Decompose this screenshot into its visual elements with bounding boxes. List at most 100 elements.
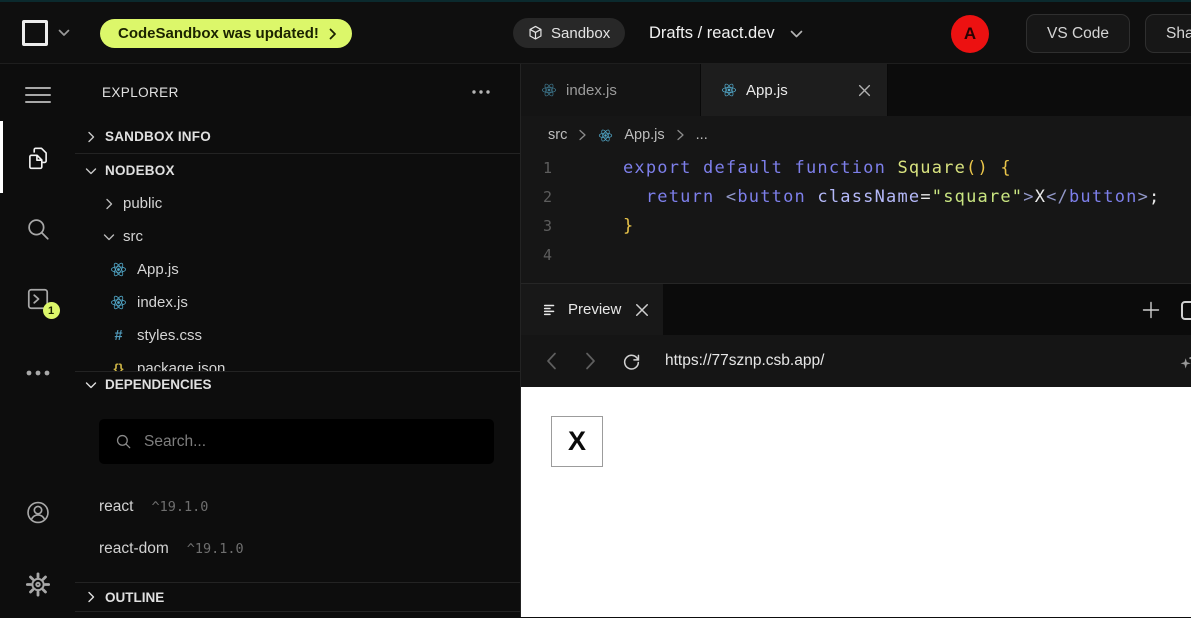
section-label: NODEBOX bbox=[105, 163, 175, 178]
tab-label: App.js bbox=[746, 82, 788, 99]
code-token: > bbox=[1138, 187, 1149, 207]
codesandbox-logo[interactable] bbox=[22, 20, 48, 46]
breadcrumb-folder[interactable]: src bbox=[548, 127, 567, 143]
tree-item-public[interactable]: public bbox=[75, 187, 520, 220]
editor-panel: index.js App.js src bbox=[521, 64, 1191, 617]
dependency-search-input[interactable] bbox=[144, 433, 478, 451]
tree-item-package-json[interactable]: {} package.json bbox=[75, 352, 520, 371]
explorer-more-icon[interactable] bbox=[472, 90, 490, 94]
editor-breadcrumb[interactable]: src App.js ... bbox=[521, 116, 1191, 154]
code-editor[interactable]: 1 export default function Square() { 2 r… bbox=[521, 154, 1191, 283]
main-area: 1 EXPLORER S bbox=[0, 64, 1191, 617]
list-icon bbox=[542, 302, 558, 318]
code-line: 1 export default function Square() { bbox=[521, 154, 1191, 183]
avatar[interactable]: A bbox=[951, 15, 989, 53]
layout-icon[interactable] bbox=[1181, 301, 1191, 320]
cube-icon bbox=[528, 25, 543, 41]
tree-item-label: package.json bbox=[137, 360, 225, 371]
update-banner-button[interactable]: CodeSandbox was updated! bbox=[100, 19, 352, 48]
line-number: 4 bbox=[521, 241, 552, 270]
tree-item-index-js[interactable]: index.js bbox=[75, 286, 520, 319]
forward-icon[interactable] bbox=[585, 352, 596, 370]
code-line-content: export default function Square() { bbox=[623, 154, 1012, 183]
sandbox-badge-label: Sandbox bbox=[551, 25, 610, 42]
vs-code-button[interactable]: VS Code bbox=[1026, 14, 1130, 53]
sidebar-section-sandbox-info[interactable]: SANDBOX INFO bbox=[75, 120, 520, 153]
files-icon[interactable] bbox=[25, 144, 51, 170]
tree-item-label: index.js bbox=[137, 294, 188, 311]
chevron-right-icon bbox=[102, 197, 116, 211]
dependency-row-react[interactable]: react ^19.1.0 bbox=[75, 486, 520, 528]
sidebar-section-nodebox[interactable]: NODEBOX bbox=[75, 154, 520, 187]
react-icon bbox=[110, 294, 127, 311]
tree-item-app-js[interactable]: App.js bbox=[75, 253, 520, 286]
code-token bbox=[623, 187, 646, 207]
more-icon[interactable] bbox=[25, 360, 51, 386]
preview-square-button[interactable]: X bbox=[551, 416, 603, 467]
tree-item-label: App.js bbox=[137, 261, 179, 278]
code-token: = bbox=[920, 187, 931, 207]
add-devtool-plus-icon[interactable] bbox=[1141, 300, 1161, 320]
back-icon[interactable] bbox=[546, 352, 557, 370]
chevron-right-icon bbox=[676, 129, 685, 141]
vs-code-button-label: VS Code bbox=[1047, 25, 1109, 43]
sidebar-section-outline[interactable]: OUTLINE bbox=[75, 582, 520, 612]
code-token: X bbox=[1035, 187, 1046, 207]
preview-tabbar: Preview bbox=[521, 283, 1191, 335]
workspace-chevron-down-icon[interactable] bbox=[58, 29, 70, 37]
explorer-header: EXPLORER bbox=[75, 64, 520, 120]
tab-index-js[interactable]: index.js bbox=[521, 64, 701, 116]
dependency-row-react-dom[interactable]: react-dom ^19.1.0 bbox=[75, 528, 520, 570]
code-token: return bbox=[646, 187, 726, 207]
tree-item-label: src bbox=[123, 228, 143, 245]
settings-gear-icon[interactable] bbox=[25, 571, 51, 597]
tree-item-styles-css[interactable]: # styles.css bbox=[75, 319, 520, 352]
share-button[interactable]: Share bbox=[1145, 14, 1191, 53]
braces-icon: {} bbox=[110, 361, 127, 371]
tab-app-js[interactable]: App.js bbox=[701, 64, 888, 116]
code-token: Square bbox=[897, 158, 966, 178]
dependency-version: ^19.1.0 bbox=[151, 499, 208, 515]
sandbox-badge[interactable]: Sandbox bbox=[513, 18, 625, 48]
topbar: CodeSandbox was updated! Sandbox Drafts … bbox=[0, 2, 1191, 64]
breadcrumb-more[interactable]: ... bbox=[696, 127, 708, 143]
menu-icon[interactable] bbox=[25, 82, 51, 108]
terminal-icon[interactable]: 1 bbox=[25, 286, 51, 312]
file-tree: public src App.js bbox=[75, 187, 520, 371]
dependency-search[interactable] bbox=[99, 419, 494, 464]
refresh-icon[interactable] bbox=[622, 352, 641, 371]
account-icon[interactable] bbox=[25, 499, 51, 525]
line-number: 2 bbox=[521, 183, 552, 212]
sidebar-section-dependencies[interactable]: DEPENDENCIES bbox=[75, 371, 520, 397]
code-token: </ bbox=[1046, 187, 1069, 207]
code-token: < bbox=[726, 187, 737, 207]
section-label: SANDBOX INFO bbox=[105, 129, 211, 144]
chevron-right-icon bbox=[578, 129, 587, 141]
tree-item-src[interactable]: src bbox=[75, 220, 520, 253]
chevron-down-icon bbox=[790, 30, 803, 38]
react-icon bbox=[721, 82, 737, 98]
code-token: > bbox=[1023, 187, 1034, 207]
project-breadcrumb[interactable]: Drafts / react.dev bbox=[649, 18, 803, 48]
section-label: OUTLINE bbox=[105, 590, 164, 605]
tab-preview[interactable]: Preview bbox=[521, 284, 663, 335]
code-token: button bbox=[737, 187, 817, 207]
search-icon bbox=[115, 433, 132, 450]
code-token: export default function bbox=[623, 158, 897, 178]
preview-url[interactable]: https://77sznp.csb.app/ bbox=[665, 352, 824, 370]
sparkle-icon[interactable] bbox=[1178, 354, 1191, 371]
share-button-label: Share bbox=[1166, 25, 1191, 43]
breadcrumb-file[interactable]: App.js bbox=[624, 127, 664, 143]
update-banner-label: CodeSandbox was updated! bbox=[118, 25, 319, 42]
code-line-content: } bbox=[623, 212, 634, 241]
tab-label: index.js bbox=[566, 82, 617, 99]
code-line: 4 bbox=[521, 241, 1191, 270]
code-token: () { bbox=[966, 158, 1012, 178]
close-icon[interactable] bbox=[635, 303, 649, 317]
close-icon[interactable] bbox=[858, 84, 871, 97]
search-icon[interactable] bbox=[25, 216, 51, 242]
dependency-name: react-dom bbox=[99, 540, 169, 558]
code-line: 3 } bbox=[521, 212, 1191, 241]
dependency-name: react bbox=[99, 498, 133, 516]
chevron-right-icon bbox=[84, 130, 98, 144]
